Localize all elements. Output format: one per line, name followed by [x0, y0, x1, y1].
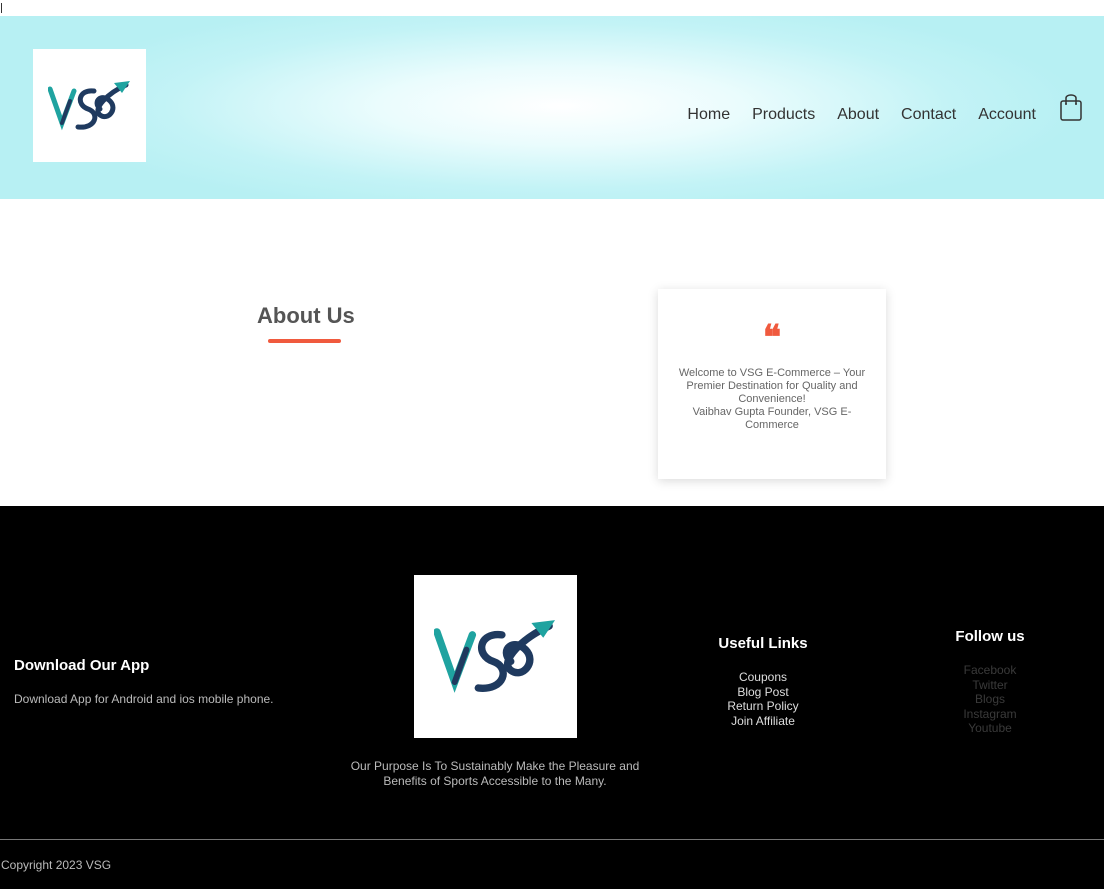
quote-founder: Vaibhav Gupta Founder, VSG E-Commerce [692, 406, 852, 431]
download-app-text: Download App for Android and ios mobile … [14, 692, 274, 706]
nav-products[interactable]: Products [752, 106, 815, 124]
nav-contact[interactable]: Contact [901, 106, 956, 124]
top-strip [0, 0, 1104, 16]
purpose-text: Our Purpose Is To Sustainably Make the P… [350, 759, 640, 788]
site-footer: Download Our App Download App for Androi… [0, 506, 1104, 889]
copyright-text: Copyright 2023 VSG [1, 858, 112, 872]
footer-logo [414, 575, 577, 738]
link-coupons[interactable]: Coupons [683, 670, 843, 685]
footer-divider [0, 839, 1104, 840]
vsg-logo-icon [433, 619, 555, 693]
shopping-bag-icon[interactable] [1060, 92, 1082, 122]
text-caret [1, 3, 2, 13]
link-join-affiliate[interactable]: Join Affiliate [683, 714, 843, 729]
main-nav: Home Products About Contact Account [687, 106, 1036, 124]
quote-text: Welcome to VSG E-Commerce – Your Premier… [678, 367, 866, 432]
link-instagram[interactable]: Instagram [920, 707, 1060, 722]
nav-account[interactable]: Account [978, 106, 1036, 124]
vsg-logo-icon [47, 80, 130, 130]
nav-about[interactable]: About [837, 106, 879, 124]
link-blog-post[interactable]: Blog Post [683, 685, 843, 700]
about-title: About Us [257, 303, 355, 328]
link-blogs[interactable]: Blogs [920, 692, 1060, 707]
link-twitter[interactable]: Twitter [920, 678, 1060, 693]
quote-icon: ❝ [762, 318, 782, 358]
useful-links-list: Coupons Blog Post Return Policy Join Aff… [683, 670, 843, 728]
about-section: About Us ❝ Welcome to VSG E-Commerce – Y… [0, 199, 1104, 506]
download-app-title: Download Our App [14, 657, 150, 674]
nav-home[interactable]: Home [687, 106, 730, 124]
site-header: Home Products About Contact Account [0, 16, 1104, 199]
follow-us-title: Follow us [955, 628, 1025, 645]
link-youtube[interactable]: Youtube [920, 721, 1060, 736]
follow-links-list: Facebook Twitter Blogs Instagram Youtube [920, 663, 1060, 736]
useful-links-title: Useful Links [718, 635, 808, 652]
link-return-policy[interactable]: Return Policy [683, 699, 843, 714]
title-underline [268, 339, 341, 343]
quote-card: ❝ Welcome to VSG E-Commerce – Your Premi… [658, 289, 886, 479]
header-logo[interactable] [33, 49, 146, 162]
link-facebook[interactable]: Facebook [920, 663, 1060, 678]
quote-welcome: Welcome to VSG E-Commerce – Your Premier… [678, 367, 866, 405]
